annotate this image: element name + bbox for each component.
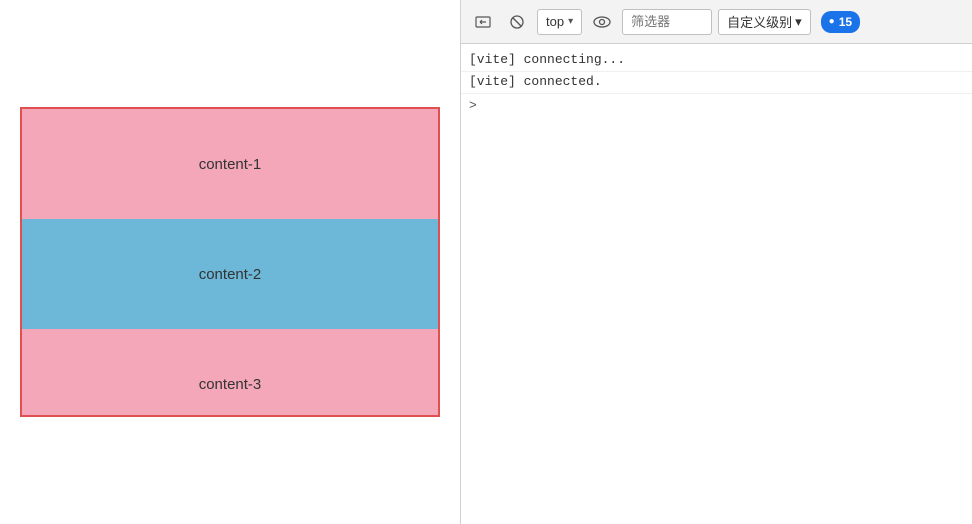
message-count: 15 [839, 15, 852, 29]
devtools-toolbar: top ▾ 自定义级别 ▾ ● 15 [461, 0, 972, 44]
console-line-2: [vite] connected. [461, 72, 972, 94]
block-icon [509, 14, 525, 30]
browser-viewport: content-1 content-2 content-3 [20, 107, 440, 417]
caret-icon: > [469, 98, 477, 113]
live-expressions-button[interactable] [588, 8, 616, 36]
console-line-1-text: [vite] connecting... [469, 52, 625, 67]
console-output-area[interactable]: [vite] connecting... [vite] connected. > [461, 44, 972, 524]
content-block-1: content-1 [22, 109, 438, 219]
blue-dot-icon: ● [829, 16, 835, 27]
console-line-1: [vite] connecting... [461, 50, 972, 72]
content-block-3: content-3 [22, 329, 438, 415]
context-selector-dropdown[interactable]: top ▾ [537, 9, 582, 35]
clear-console-button[interactable] [503, 8, 531, 36]
back-forward-icon-button[interactable] [469, 8, 497, 36]
content-block-2: content-2 [22, 219, 438, 329]
content-2-label: content-2 [199, 266, 262, 283]
console-caret-row[interactable]: > [461, 94, 972, 117]
filter-input[interactable] [622, 9, 712, 35]
log-level-chevron-icon: ▾ [795, 14, 802, 30]
message-count-badge: ● 15 [821, 11, 860, 33]
devtools-panel: top ▾ 自定义级别 ▾ ● 15 [vite] connecting... [461, 0, 972, 524]
context-selector-value: top [546, 14, 564, 29]
back-icon [475, 14, 491, 30]
chevron-down-icon: ▾ [568, 16, 573, 27]
content-3-label: content-3 [199, 376, 262, 393]
content-1-label: content-1 [199, 156, 262, 173]
console-line-2-text: [vite] connected. [469, 74, 602, 89]
scroll-content[interactable]: content-1 content-2 content-3 [22, 109, 438, 415]
log-level-dropdown[interactable]: 自定义级别 ▾ [718, 9, 811, 35]
browser-preview-panel: content-1 content-2 content-3 [0, 0, 460, 524]
eye-icon [593, 15, 611, 29]
log-level-label: 自定义级别 [727, 12, 792, 31]
